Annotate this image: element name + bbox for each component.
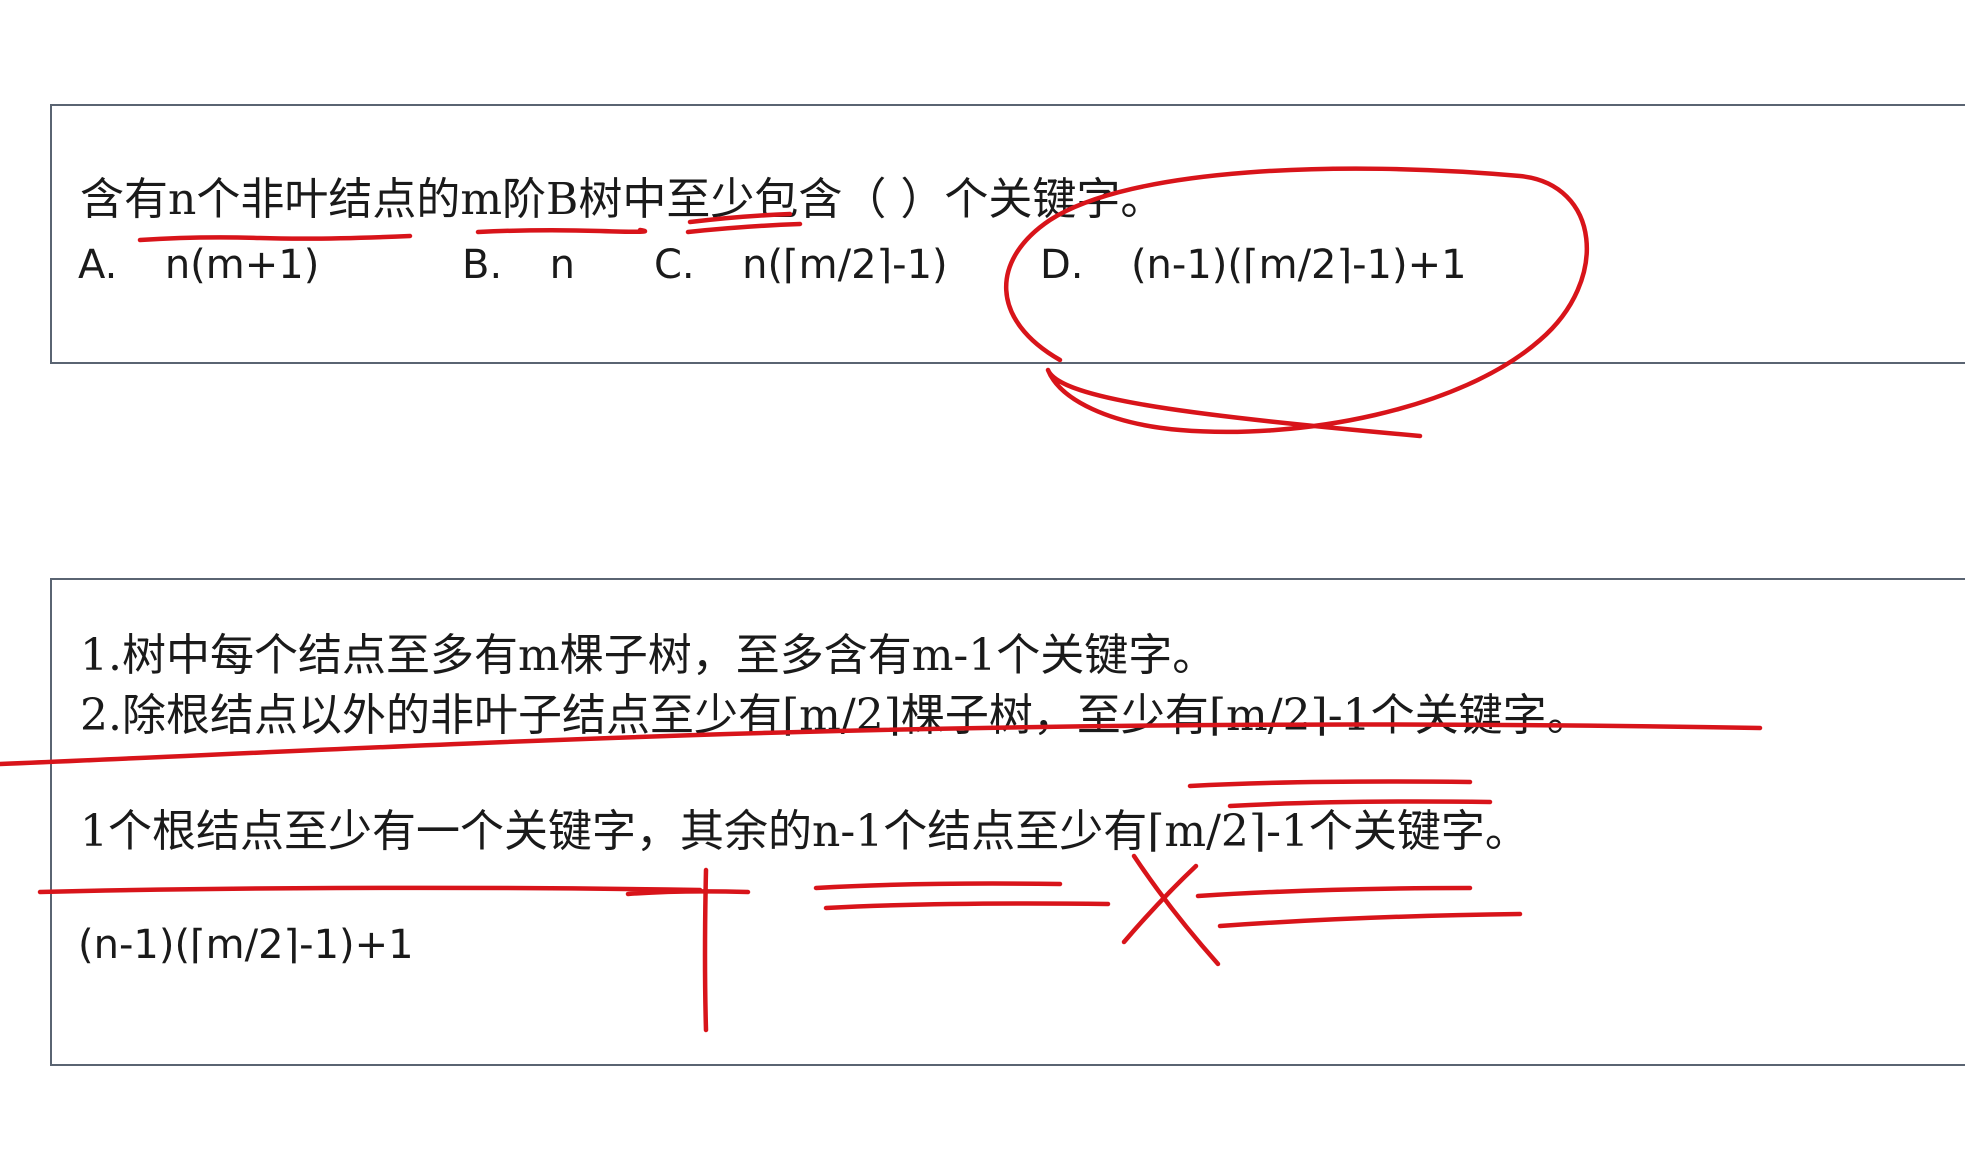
- option-b-key: B.: [462, 242, 503, 288]
- question-box: [50, 104, 1965, 364]
- option-c-text: n(⌈m/2⌉-1): [742, 242, 948, 288]
- option-c: C. n(⌈m/2⌉-1): [654, 240, 948, 290]
- option-d-key: D.: [1040, 242, 1084, 288]
- formula: (n-1)(⌈m/2⌉-1)+1: [78, 922, 414, 968]
- option-c-key: C.: [654, 242, 695, 288]
- option-a-text: n(m+1): [164, 242, 320, 288]
- option-b-text: n: [549, 242, 575, 288]
- option-d: D. (n-1)(⌈m/2⌉-1)+1: [1040, 240, 1467, 290]
- option-d-text: (n-1)(⌈m/2⌉-1)+1: [1130, 242, 1467, 288]
- rule-2: 2.除根结点以外的非叶子结点至少有⌈m/2⌉棵子树，至少有⌈m/2⌉-1个关键字…: [80, 690, 1591, 741]
- option-a-key: A.: [78, 242, 118, 288]
- rule-1: 1.树中每个结点至多有m棵子树，至多含有m-1个关键字。: [80, 630, 1217, 681]
- question-stem: 含有n个非叶结点的m阶B树中至少包含（ ）个关键字。: [80, 174, 1165, 225]
- explanation: 1个根结点至少有一个关键字，其余的n-1个结点至少有⌈m/2⌉-1个关键字。: [80, 806, 1529, 857]
- option-a: A. n(m+1): [78, 240, 319, 290]
- option-b: B. n: [462, 240, 575, 290]
